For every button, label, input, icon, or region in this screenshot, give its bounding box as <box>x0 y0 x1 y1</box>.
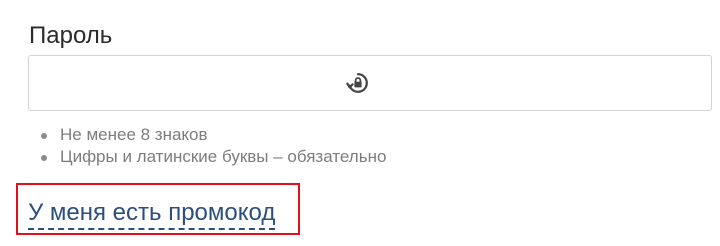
password-label: Пароль <box>29 22 113 49</box>
lock-refresh-icon[interactable] <box>345 70 371 96</box>
hint-item: Не менее 8 знаков <box>38 124 386 146</box>
password-requirements: Не менее 8 знаков Цифры и латинские букв… <box>38 124 386 168</box>
promo-code-link[interactable]: У меня есть промокод <box>28 199 276 230</box>
hint-item: Цифры и латинские буквы – обязательно <box>38 146 386 168</box>
password-field[interactable] <box>28 55 712 111</box>
